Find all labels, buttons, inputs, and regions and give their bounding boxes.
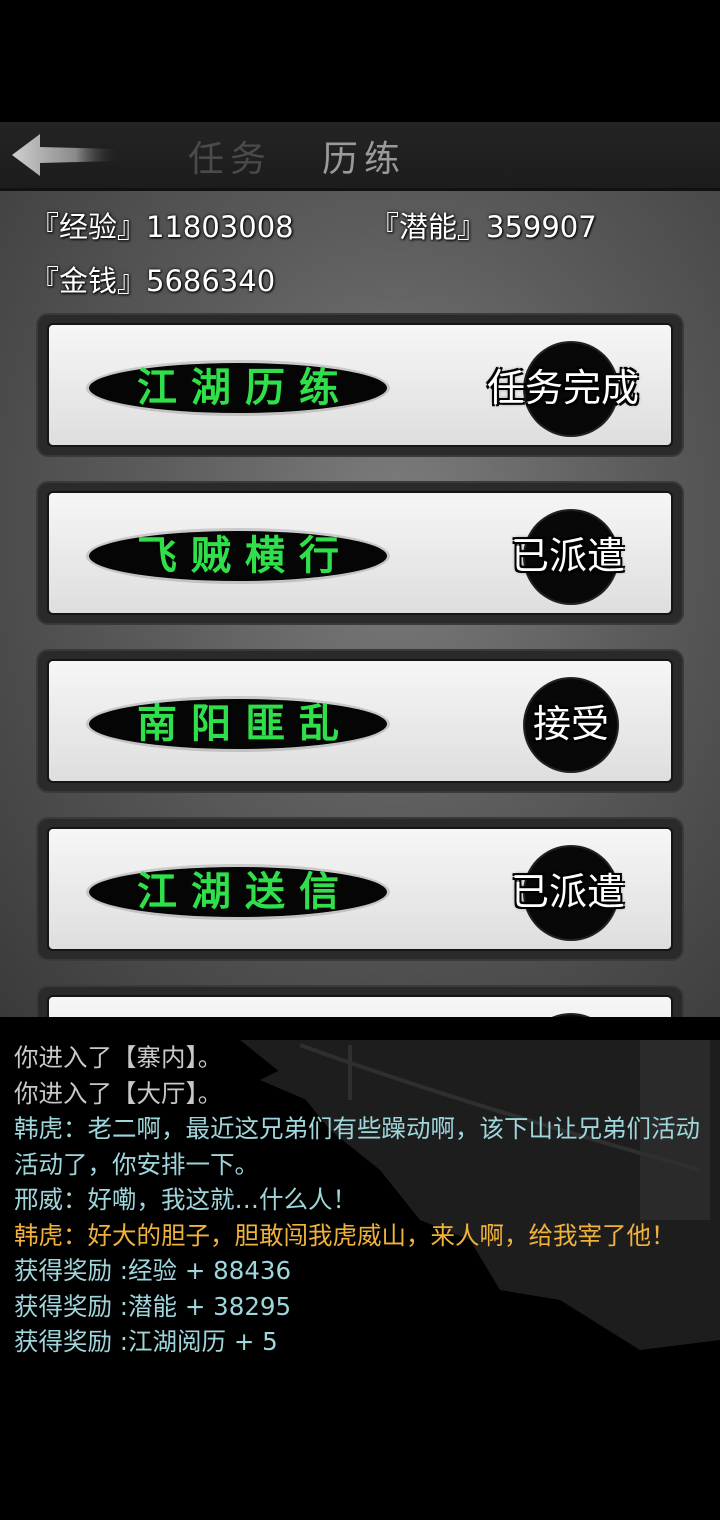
status-bar-area [0, 0, 720, 122]
quest-status-button[interactable]: 已派遣 [511, 861, 625, 923]
log-line: 你进入了【大厅】。 [14, 1078, 223, 1108]
log-lines: 你进入了【寨内】。 你进入了【大厅】。 韩虎：老二啊，最近这兄弟们有些躁动啊，该… [14, 1040, 704, 1360]
log-line: 获得奖励 :经验 + 88436 [14, 1256, 292, 1285]
log-line: 韩虎：好大的胆子，胆敢闯我虎威山，来人啊，给我宰了他！ [14, 1220, 676, 1250]
quest-card[interactable]: 江湖送信 已派遣 [38, 819, 682, 959]
log-line: 获得奖励 :江湖阅历 + 5 [14, 1327, 278, 1356]
quest-title: 江湖历练 [137, 364, 353, 411]
log-line: 邢威：好嘞，我这就…什么人！ [14, 1185, 357, 1214]
quest-title: 江湖送信 [137, 868, 353, 915]
back-arrow-icon[interactable] [10, 132, 120, 178]
quest-title: 飞贼横行 [137, 532, 353, 579]
message-log[interactable]: 你进入了【寨内】。 你进入了【大厅】。 韩虎：老二啊，最近这兄弟们有些躁动啊，该… [0, 1040, 720, 1520]
ink-circle-seal-icon [525, 1015, 617, 1017]
quest-card[interactable]: 江湖历练 任务完成 [38, 315, 682, 455]
exp-stat: 『经验』11803008 [30, 210, 294, 244]
potential-stat: 『潜能』359907 [370, 210, 597, 244]
quest-status-button[interactable]: 已派遣 [511, 525, 625, 587]
quest-card[interactable]: 南阳匪乱 接受 [38, 651, 682, 791]
money-stat: 『金钱』5686340 [30, 264, 276, 298]
quest-status-button[interactable]: 接受 [533, 693, 609, 755]
log-line: 韩虎：老二啊，最近这兄弟们有些躁动啊，该下山让兄弟们活动活动了，你安排一下。 [14, 1114, 700, 1179]
quest-panel: 任务 历练 『经验』11803008 『潜能』359907 『金钱』568634… [0, 122, 720, 1017]
quest-status-button[interactable]: 任务完成 [487, 357, 639, 419]
top-nav-bar: 任务 历练 [0, 122, 720, 191]
quest-title: 南阳匪乱 [137, 700, 353, 747]
tab-task[interactable]: 任务 [188, 130, 272, 182]
quest-card-partial[interactable] [38, 987, 682, 1017]
tab-training[interactable]: 历练 [322, 130, 406, 182]
quest-card[interactable]: 飞贼横行 已派遣 [38, 483, 682, 623]
log-line: 获得奖励 :潜能 + 38295 [14, 1291, 292, 1321]
log-line: 你进入了【寨内】。 [14, 1043, 223, 1072]
